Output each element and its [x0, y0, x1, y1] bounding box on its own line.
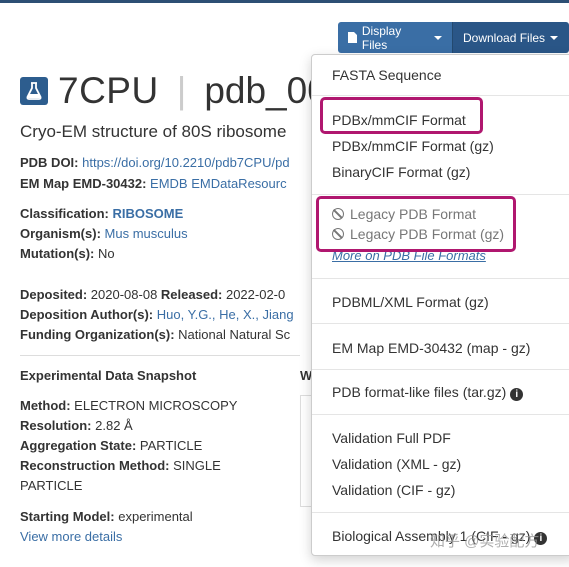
doi-line: PDB DOI: https://doi.org/10.2210/pdb7CPU… [20, 155, 290, 170]
classification-link[interactable]: RIBOSOME [112, 206, 183, 221]
doi-link[interactable]: https://doi.org/10.2210/pdb7CPU/pd [82, 155, 289, 170]
reconstruction-line-2: PARTICLE [20, 478, 82, 493]
display-files-label: Display Files [361, 23, 402, 52]
aggregation-label: Aggregation State: [20, 438, 137, 453]
menu-divider [312, 414, 569, 415]
view-more-link[interactable]: View more details [20, 529, 122, 544]
menu-item-em-map[interactable]: EM Map EMD-30432 (map - gz) [332, 340, 530, 356]
mutation-line: Mutation(s): No [20, 246, 115, 261]
menu-divider [312, 512, 569, 513]
menu-item-validation-xml[interactable]: Validation (XML - gz) [332, 456, 461, 472]
divider [20, 355, 300, 356]
menu-item-mmcif-gz[interactable]: PDBx/mmCIF Format (gz) [332, 138, 494, 154]
resolution-value: 2.82 Å [95, 418, 133, 433]
reconstruction-label: Reconstruction Method: [20, 458, 170, 473]
resolution-label: Resolution: [20, 418, 92, 433]
organism-link[interactable]: Mus musculus [105, 226, 188, 241]
organism-label: Organism(s): [20, 226, 101, 241]
released-value: 2022-02-0 [225, 287, 286, 302]
authors-link[interactable]: Huo, Y.G., He, X., Jiang [157, 307, 294, 322]
authors-line: Deposition Author(s): Huo, Y.G., He, X.,… [20, 307, 294, 322]
mutation-label: Mutation(s): [20, 246, 95, 261]
funding-label: Funding Organization(s): [20, 327, 175, 342]
file-toolbar: Display Files Download Files [338, 22, 569, 53]
reconstruction-value-2: PARTICLE [20, 478, 83, 493]
view-more-line: View more details [20, 529, 122, 544]
info-icon[interactable]: i [510, 388, 524, 401]
funding-value: National Natural Sc [178, 327, 291, 342]
method-line: Method: ELECTRON MICROSCOPY [20, 398, 237, 413]
deposited-label: Deposited: [20, 287, 88, 302]
download-files-button[interactable]: Download Files [452, 22, 569, 53]
method-value: ELECTRON MICROSCOPY [74, 398, 238, 413]
entry-id: 7CPU [58, 70, 159, 111]
funding-line: Funding Organization(s): National Natura… [20, 327, 290, 342]
page-title: 7CPU | pdb_00 [20, 70, 328, 112]
authors-label: Deposition Author(s): [20, 307, 154, 322]
resolution-line: Resolution: 2.82 Å [20, 418, 133, 433]
deposited-value: 2020-08-08 [90, 287, 158, 302]
snapshot-title: Experimental Data Snapshot [20, 368, 197, 383]
emmap-label: EM Map EMD-30432: [20, 176, 147, 191]
download-files-label: Download Files [463, 30, 546, 45]
aggregation-value: PARTICLE [139, 438, 203, 453]
menu-divider [312, 194, 569, 195]
doi-label: PDB DOI: [20, 155, 79, 170]
method-label: Method: [20, 398, 71, 413]
menu-item-fasta[interactable]: FASTA Sequence [332, 67, 441, 83]
menu-divider [312, 369, 569, 370]
pdb-id: pdb_00 [204, 70, 328, 111]
reconstruction-value: SINGLE [173, 458, 221, 473]
menu-item-pdbml[interactable]: PDBML/XML Format (gz) [332, 294, 489, 310]
display-files-button[interactable]: Display Files [338, 22, 452, 53]
entry-subtitle: Cryo-EM structure of 80S ribosome [20, 122, 287, 141]
starting-label: Starting Model: [20, 509, 115, 524]
menu-item-validation-pdf[interactable]: Validation Full PDF [332, 430, 451, 446]
dates-line: Deposited: 2020-08-08 Released: 2022-02-… [20, 287, 285, 302]
organism-line: Organism(s): Mus musculus [20, 226, 188, 241]
emmap-line: EM Map EMD-30432: EMDB EMDataResourc [20, 176, 287, 191]
menu-divider [312, 95, 569, 96]
caret-down-icon [434, 35, 442, 40]
top-bar [0, 0, 569, 3]
aggregation-line: Aggregation State: PARTICLE [20, 438, 202, 453]
caret-down-icon [550, 35, 559, 40]
file-icon [348, 32, 357, 43]
menu-item-bcif[interactable]: BinaryCIF Format (gz) [332, 164, 470, 180]
highlight-box-mmcif [320, 97, 483, 134]
released-label: Released: [160, 287, 223, 302]
flask-icon [20, 77, 48, 105]
starting-value: experimental [118, 509, 193, 524]
menu-item-validation-cif[interactable]: Validation (CIF - gz) [332, 482, 455, 498]
title-separator: | [176, 70, 187, 111]
menu-divider [312, 278, 569, 279]
classification-line: Classification: RIBOSOME [20, 206, 183, 221]
menu-divider [312, 323, 569, 324]
mutation-value: No [98, 246, 115, 261]
emmap-link[interactable]: EMDB EMDataResourc [150, 176, 287, 191]
menu-item-pdb-like[interactable]: PDB format-like files (tar.gz) i [332, 384, 524, 401]
reconstruction-line: Reconstruction Method: SINGLE [20, 458, 221, 473]
starting-model-line: Starting Model: experimental [20, 509, 193, 524]
menu-item-pdb-like-label: PDB format-like files (tar.gz) [332, 384, 507, 400]
watermark: 知乎 @实验配方 [430, 533, 540, 550]
classification-label: Classification: [20, 206, 109, 221]
highlight-box-legacy [316, 196, 516, 252]
